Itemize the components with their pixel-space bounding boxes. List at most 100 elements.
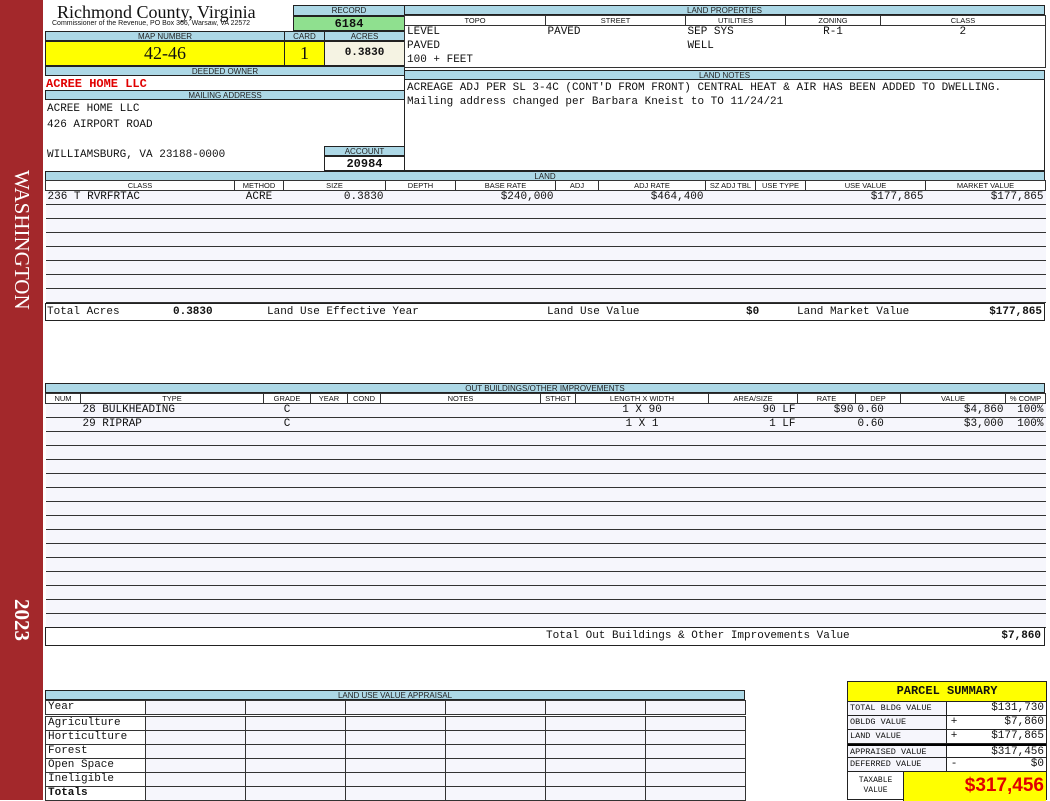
outbuilding-cell	[380, 613, 541, 628]
card-number: 1	[284, 41, 325, 66]
outbuilding-cell	[540, 487, 576, 502]
land-use-cell	[145, 730, 246, 745]
outbuilding-cell	[575, 473, 709, 488]
land-cell	[555, 232, 599, 247]
outbuilding-cell	[80, 473, 264, 488]
outbuilding-cell	[1005, 599, 1046, 614]
land-table: CLASS METHOD SIZE DEPTH BASE RATE ADJ ADJ RATE…	[45, 180, 1046, 303]
outbuildings-total: Total Out Buildings & Other Improvements…	[45, 627, 1045, 646]
outbuilding-column-header: YEAR	[310, 393, 348, 404]
outbuilding-cell	[263, 557, 311, 572]
outbuilding-cell	[1005, 515, 1046, 530]
land-properties-column-header: TOPO	[404, 15, 546, 26]
outbuilding-cell: $90	[797, 403, 856, 418]
land-column-header: METHOD	[234, 180, 284, 191]
outbuilding-row	[45, 487, 1046, 502]
outbuilding-cell	[380, 515, 541, 530]
outbuilding-cell	[540, 543, 576, 558]
land-cell	[385, 260, 456, 275]
outbuilding-cell	[310, 529, 348, 544]
land-use-cell	[445, 772, 546, 787]
land-cell	[598, 288, 706, 303]
outbuilding-cell: 90 LF	[708, 403, 798, 418]
outbuilding-cell	[80, 501, 264, 516]
outbuilding-cell	[347, 431, 381, 446]
land-use-cell	[345, 700, 446, 716]
outbuilding-cell	[855, 501, 901, 516]
land-cell	[755, 218, 806, 233]
account-number: 20984	[324, 156, 405, 171]
land-column-header: CLASS	[45, 180, 235, 191]
outbuilding-cell	[540, 571, 576, 586]
outbuilding-cell	[347, 459, 381, 474]
parcel-summary-sign: -	[950, 758, 958, 770]
outbuilding-cell	[45, 599, 81, 614]
parcel-summary-row: DEFERRED VALUE - $0	[848, 758, 1046, 772]
land-use-cell	[645, 700, 746, 716]
land-properties-cell: R-1	[823, 26, 843, 39]
parcel-summary-label: TOTAL BLDG VALUE	[848, 702, 947, 715]
outbuilding-cell: C	[263, 417, 311, 432]
land-row	[45, 274, 1046, 289]
land-properties-cell	[785, 53, 881, 68]
outbuilding-cell	[263, 585, 311, 600]
outbuilding-cell	[347, 515, 381, 530]
land-cell	[805, 232, 926, 247]
outbuilding-cell	[310, 459, 348, 474]
land-properties-cell: 100 + FEET	[404, 53, 546, 68]
land-use-cell	[145, 772, 246, 787]
land-properties-cell	[545, 53, 686, 68]
outbuilding-cell	[797, 543, 856, 558]
land-cell	[234, 260, 284, 275]
outbuilding-cell	[380, 459, 541, 474]
outbuilding-cell	[310, 473, 348, 488]
land-cell	[755, 246, 806, 261]
outbuilding-cell	[797, 473, 856, 488]
outbuilding-column-header: LENGTH X WIDTH	[575, 393, 709, 404]
land-use-cell	[345, 758, 446, 773]
outbuilding-cell	[900, 473, 1006, 488]
outbuilding-cell	[900, 585, 1006, 600]
land-cell	[925, 232, 1046, 247]
land-cell	[755, 190, 806, 205]
parcel-summary-row: TOTAL BLDG VALUE $131,730	[848, 702, 1046, 716]
land-use-cell	[345, 744, 446, 759]
outbuilding-column-header: NUM	[45, 393, 81, 404]
outbuilding-cell	[855, 473, 901, 488]
land-properties-cell: PAVED	[404, 39, 546, 54]
land-use-cell	[145, 744, 246, 759]
outbuilding-cell	[708, 571, 798, 586]
outbuilding-cell	[347, 487, 381, 502]
address-line: WILLIAMSBURG, VA 23188-0000	[47, 149, 226, 161]
parcel-summary-label: OBLDG VALUE	[848, 716, 947, 729]
land-cell	[45, 218, 235, 233]
land-notes-title: LAND NOTES	[404, 70, 1045, 80]
outbuilding-cell	[45, 515, 81, 530]
outbuilding-cell	[310, 599, 348, 614]
sidebar: WASHINGTON 2023	[0, 0, 43, 800]
outbuilding-cell	[310, 543, 348, 558]
outbuilding-cell	[45, 417, 81, 432]
land-cell	[555, 204, 599, 219]
outbuilding-row	[45, 571, 1046, 586]
land-properties-row: LEVEL PAVED SEP SYS R-1 2	[404, 25, 1046, 40]
outbuilding-cell: $4,860	[900, 403, 1006, 418]
outbuilding-cell	[900, 557, 1006, 572]
outbuilding-cell	[855, 571, 901, 586]
land-properties-cell	[786, 40, 881, 54]
taxable-label: TAXABLE VALUE	[848, 772, 904, 801]
outbuilding-cell	[540, 599, 576, 614]
land-properties-column-header: STREET	[545, 15, 686, 26]
outbuilding-cell	[310, 445, 348, 460]
land-cell	[705, 232, 756, 247]
outbuilding-cell	[347, 501, 381, 516]
land-cell	[705, 246, 756, 261]
land-cell	[925, 246, 1046, 261]
outbuilding-cell	[45, 557, 81, 572]
outbuildings-total-value: $7,860	[1001, 630, 1041, 642]
parcel-summary-label: LAND VALUE	[848, 730, 947, 743]
land-cell	[45, 246, 235, 261]
land-properties-cell	[880, 53, 1046, 68]
outbuildings-table: NUM TYPE GRADE YEAR COND NOTES STHGT LENGTH X W…	[45, 393, 1046, 628]
land-cell	[705, 274, 756, 289]
